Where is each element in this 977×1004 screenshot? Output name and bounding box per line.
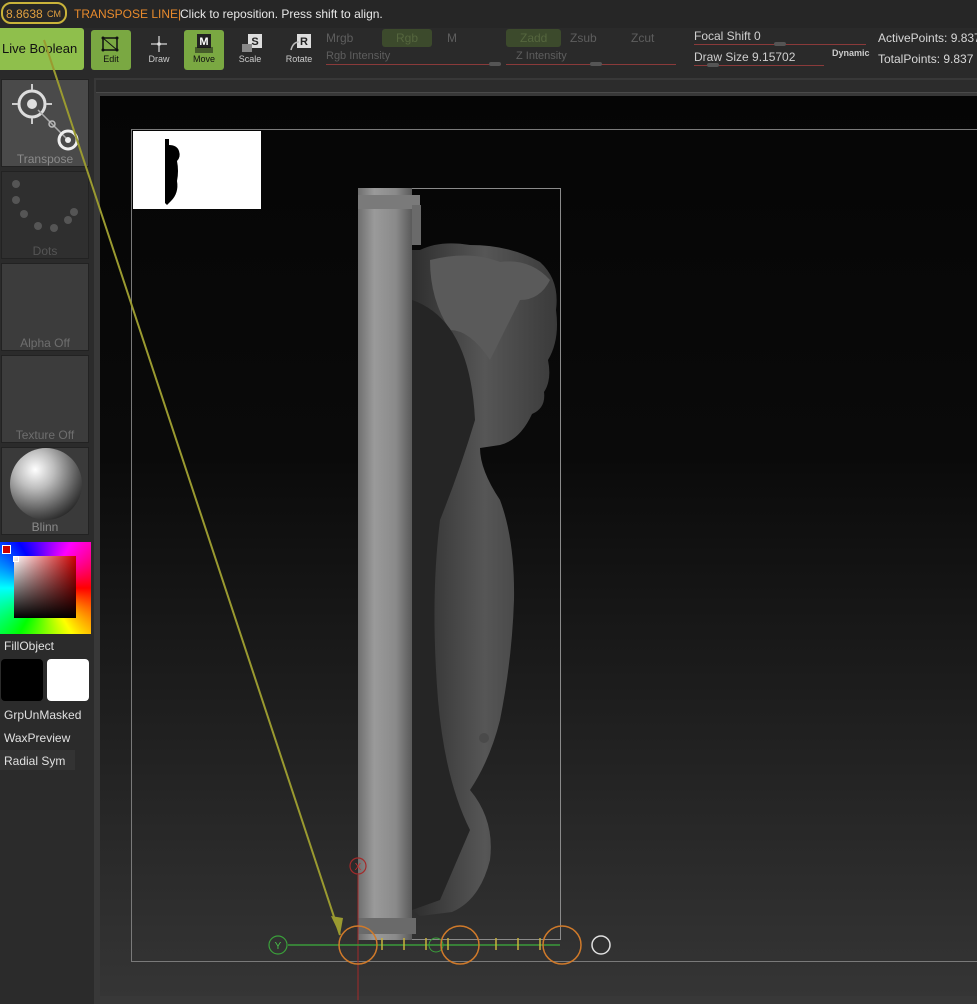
bust-button <box>479 733 489 743</box>
transpose-measure-line <box>43 39 341 936</box>
scene-overlay: X Y <box>43 39 611 1000</box>
transpose-measure-arrowhead <box>331 916 343 935</box>
plaque-bottom-lip <box>358 918 416 934</box>
x-axis-label: X <box>355 862 362 873</box>
transpose-ticks <box>381 938 541 950</box>
transpose-end-handle <box>591 935 611 955</box>
y-axis-label: Y <box>275 941 282 952</box>
plaque-top-lip <box>358 195 420 209</box>
